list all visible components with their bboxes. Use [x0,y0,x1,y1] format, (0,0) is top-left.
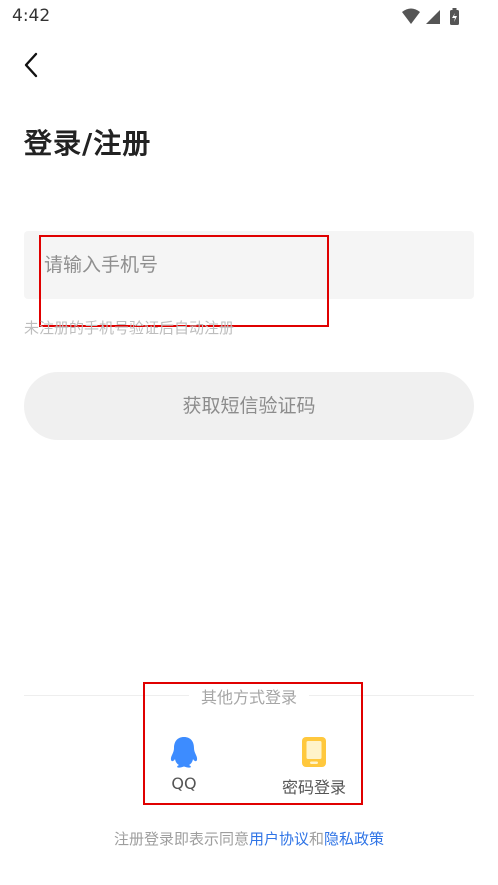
phone-icon [302,737,326,767]
user-agreement-link[interactable]: 用户协议 [249,830,309,848]
phone-input[interactable] [24,231,470,299]
other-login-label: 其他方式登录 [188,688,309,707]
get-sms-code-button[interactable]: 获取短信验证码 [24,372,474,440]
status-time: 4:42 [12,6,51,26]
phone-field [24,231,474,299]
password-login-label: 密码登录 [281,778,346,797]
wifi-icon [402,8,420,24]
agreement-conjunction: 和 [309,830,325,848]
status-icons [402,8,459,25]
other-login-divider: 其他方式登录 [0,684,498,708]
password-login-button[interactable]: 密码登录 [254,736,374,800]
agreement-prefix: 注册登录即表示同意 [113,830,249,848]
status-bar: 4:42 [0,0,498,34]
qq-login-button[interactable]: QQ [124,736,244,800]
battery-icon [450,8,459,25]
privacy-policy-link[interactable]: 隐私政策 [324,830,384,848]
qq-login-label: QQ [171,774,197,793]
signal-icon [426,10,440,24]
qq-penguin-icon [170,737,198,768]
agreement-text: 注册登录即表示同意用户协议和隐私政策 [0,828,498,849]
page-title: 登录/注册 [24,127,152,160]
auto-register-hint: 未注册的手机号验证后自动注册 [24,319,235,337]
back-arrow-icon[interactable] [14,48,50,84]
